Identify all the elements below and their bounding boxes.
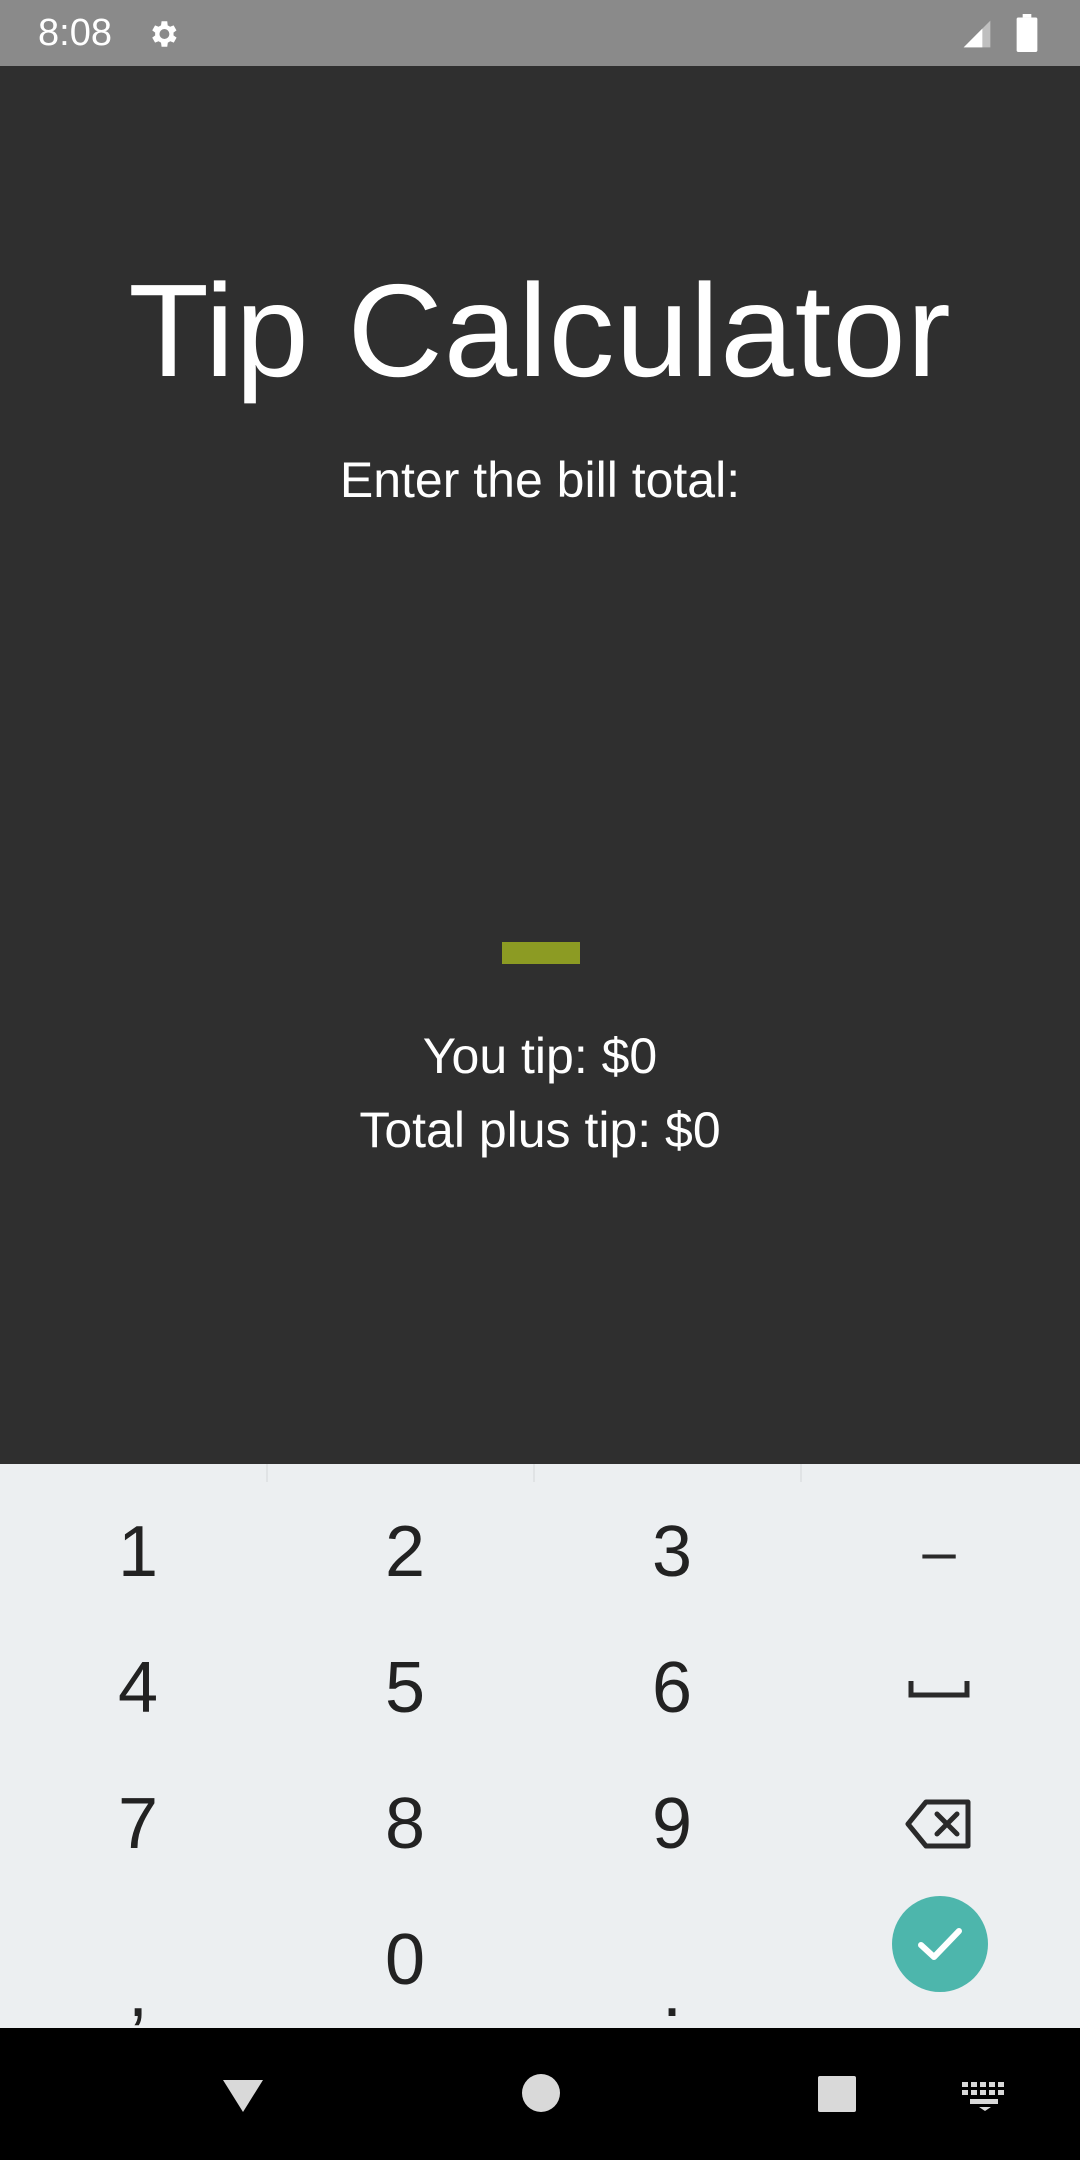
tip-amount-label: You tip: $0 <box>422 1028 658 1084</box>
key-0[interactable]: 0 <box>271 1892 539 2028</box>
key-5[interactable]: 5 <box>271 1620 539 1756</box>
recents-icon[interactable] <box>816 2074 858 2114</box>
total-amount-label: Total plus tip: $0 <box>359 1102 721 1158</box>
app-content: Tip Calculator Enter the bill total: You… <box>0 66 1080 1668</box>
back-icon[interactable] <box>220 2076 266 2116</box>
space-icon <box>908 1681 970 1698</box>
key-6[interactable]: 6 <box>538 1620 806 1756</box>
screen: 8:08 Tip Calculator Enter the bill total… <box>0 0 1080 2160</box>
key-3[interactable]: 3 <box>538 1484 806 1620</box>
home-icon[interactable] <box>520 2072 562 2114</box>
backspace-icon <box>905 1799 971 1849</box>
numeric-keyboard: 1 2 3 – 4 5 6 7 8 9 , 0 . <box>0 1464 1080 2028</box>
key-8[interactable]: 8 <box>271 1756 539 1892</box>
key-backspace[interactable] <box>805 1756 1073 1892</box>
status-time: 8:08 <box>38 12 112 54</box>
key-2[interactable]: 2 <box>271 1484 539 1620</box>
key-divider <box>533 1464 535 1482</box>
bill-prompt-label: Enter the bill total: <box>339 452 741 508</box>
key-period[interactable]: . <box>538 1892 806 2028</box>
key-1[interactable]: 1 <box>4 1484 272 1620</box>
status-bar: 8:08 <box>0 0 1080 66</box>
key-7[interactable]: 7 <box>4 1756 272 1892</box>
key-divider <box>800 1464 802 1482</box>
key-comma[interactable]: , <box>4 1892 272 2028</box>
bill-total-input[interactable] <box>500 938 580 968</box>
check-icon <box>918 1928 962 1960</box>
key-minus[interactable]: – <box>805 1484 1073 1620</box>
battery-icon <box>1016 14 1038 52</box>
keyboard-switch-icon[interactable] <box>960 2080 1010 2112</box>
signal-icon <box>963 20 991 48</box>
key-space[interactable] <box>805 1620 1073 1756</box>
key-4[interactable]: 4 <box>4 1620 272 1756</box>
gear-icon <box>152 21 177 47</box>
key-divider <box>266 1464 268 1482</box>
app-title: Tip Calculator <box>128 257 952 404</box>
key-9[interactable]: 9 <box>538 1756 806 1892</box>
navigation-bar <box>0 2028 1080 2160</box>
key-done[interactable] <box>892 1896 988 1992</box>
